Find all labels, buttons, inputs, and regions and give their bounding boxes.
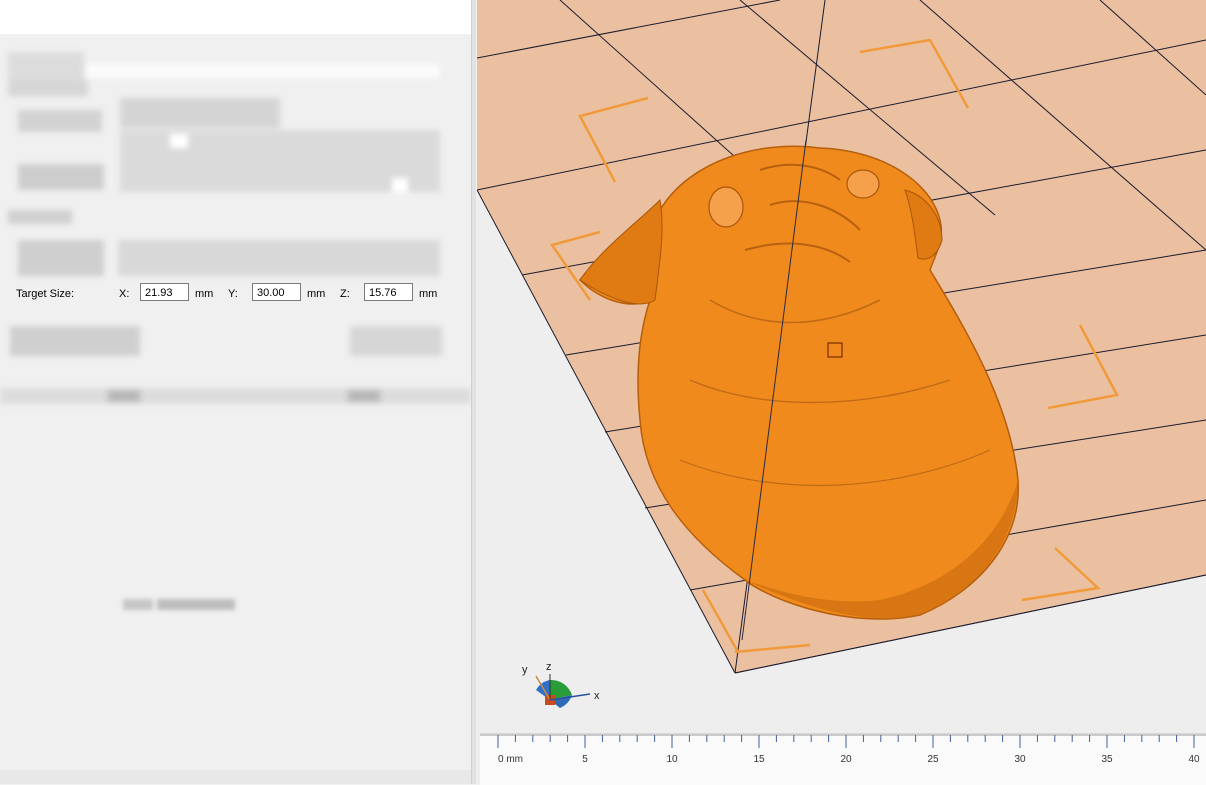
axis-z-label: z bbox=[546, 661, 552, 673]
panel-splitter[interactable] bbox=[471, 0, 476, 784]
ruler-label: 15 bbox=[753, 754, 765, 765]
axis-x-label: x bbox=[594, 690, 600, 702]
ruler-label: 5 bbox=[582, 754, 588, 765]
blurred-status-text bbox=[123, 597, 235, 612]
ruler-label: 30 bbox=[1014, 754, 1026, 765]
axis-gizmo: y z x bbox=[522, 661, 600, 708]
target-size-row: Target Size: X: 21.93 mm Y: 30.00 mm Z: … bbox=[0, 282, 470, 306]
z-size-field[interactable]: 15.76 bbox=[364, 283, 413, 301]
y-unit-label: mm bbox=[307, 288, 326, 300]
x-label: X: bbox=[119, 288, 130, 300]
ruler-label-0: 0 mm bbox=[498, 754, 523, 765]
z-label: Z: bbox=[340, 288, 350, 300]
3d-viewport[interactable]: y z x bbox=[477, 0, 1206, 784]
target-size-label: Target Size: bbox=[16, 288, 75, 300]
y-size-field[interactable]: 30.00 bbox=[252, 283, 301, 301]
bottom-ruler: 0 mm 5 10 15 20 25 30 35 40 bbox=[480, 733, 1206, 785]
ruler-canvas: 0 mm 5 10 15 20 25 30 35 40 bbox=[480, 734, 1206, 765]
z-unit-label: mm bbox=[419, 288, 438, 300]
ruler-label: 40 bbox=[1188, 754, 1200, 765]
ruler-label: 35 bbox=[1101, 754, 1113, 765]
ruler-label: 10 bbox=[666, 754, 678, 765]
ruler-label: 25 bbox=[927, 754, 939, 765]
x-unit-label: mm bbox=[195, 288, 214, 300]
x-size-field[interactable]: 21.93 bbox=[140, 283, 189, 301]
ruler-label: 20 bbox=[840, 754, 852, 765]
blurred-settings-area bbox=[0, 34, 471, 424]
panel-bottom-bar bbox=[0, 770, 471, 784]
scene-canvas[interactable]: y z x bbox=[477, 0, 1206, 784]
settings-panel: Target Size: X: 21.93 mm Y: 30.00 mm Z: … bbox=[0, 0, 476, 784]
y-label: Y: bbox=[228, 288, 238, 300]
panel-header-strip bbox=[0, 0, 471, 34]
axis-y-label: y bbox=[522, 664, 528, 676]
